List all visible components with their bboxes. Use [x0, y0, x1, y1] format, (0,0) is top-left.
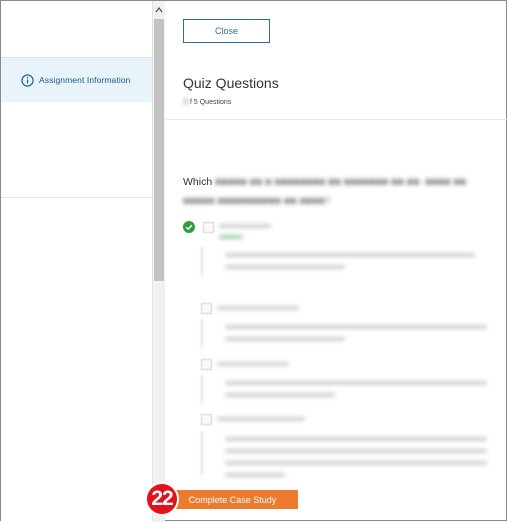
sidebar-divider [1, 197, 152, 198]
rationale-bar [201, 375, 203, 403]
rationale-bar [201, 319, 203, 347]
close-button[interactable]: Close [183, 19, 270, 43]
sidebar-item-label: Assignment Information [39, 75, 131, 85]
redacted-rationale [225, 325, 487, 329]
question-count: f 5 Questions [183, 98, 231, 106]
redacted-rationale [225, 393, 335, 397]
redacted-rationale [225, 473, 285, 477]
complete-case-study-button[interactable]: Complete Case Study [167, 490, 298, 509]
option-checkbox[interactable] [201, 359, 212, 370]
check-circle-icon [183, 221, 195, 233]
redacted-option-label [217, 417, 305, 421]
info-icon [21, 73, 34, 87]
app-window: Assignment Information Close Quiz Questi… [0, 0, 508, 522]
redacted-rationale [225, 449, 487, 453]
redacted-option-label [219, 224, 271, 228]
option-checkbox[interactable] [201, 303, 212, 314]
redacted-option-label [217, 362, 289, 366]
redacted-rationale [225, 437, 487, 441]
redacted-number [183, 98, 189, 105]
redacted-option-label [217, 306, 299, 310]
scrollbar[interactable] [152, 1, 165, 522]
redacted-rationale [225, 253, 475, 257]
redacted-rationale [225, 381, 487, 385]
question-count-text: f 5 Questions [190, 99, 232, 106]
chevron-up-icon [155, 7, 163, 13]
rationale-bar [201, 431, 203, 475]
redacted-rationale [225, 337, 345, 341]
option-checkbox[interactable] [203, 222, 214, 233]
rationale-bar [201, 247, 203, 277]
redacted-correct-label [219, 235, 243, 239]
question-text: Which ■■■■■ ■■ ■ ■■■■■■■■ ■■ ■■■■■■■ ■■ … [183, 173, 493, 211]
redacted-question-text: ■■■■■ ■■ ■ ■■■■■■■■ ■■ ■■■■■■■ ■■ ■■. ■■… [183, 176, 467, 207]
redacted-rationale [225, 265, 345, 269]
page-title: Quiz Questions [183, 75, 279, 91]
sidebar: Assignment Information [1, 1, 152, 522]
step-number-badge: 22 [145, 482, 179, 516]
divider [165, 119, 508, 120]
scroll-up-arrow[interactable] [153, 7, 165, 17]
scroll-thumb[interactable] [154, 19, 164, 281]
main-content: Close Quiz Questions f 5 Questions Which… [165, 1, 508, 522]
question-visible-word: Which [183, 176, 213, 188]
option-checkbox[interactable] [201, 414, 212, 425]
sidebar-item-assignment-information[interactable]: Assignment Information [1, 58, 152, 102]
redacted-rationale [225, 461, 487, 465]
